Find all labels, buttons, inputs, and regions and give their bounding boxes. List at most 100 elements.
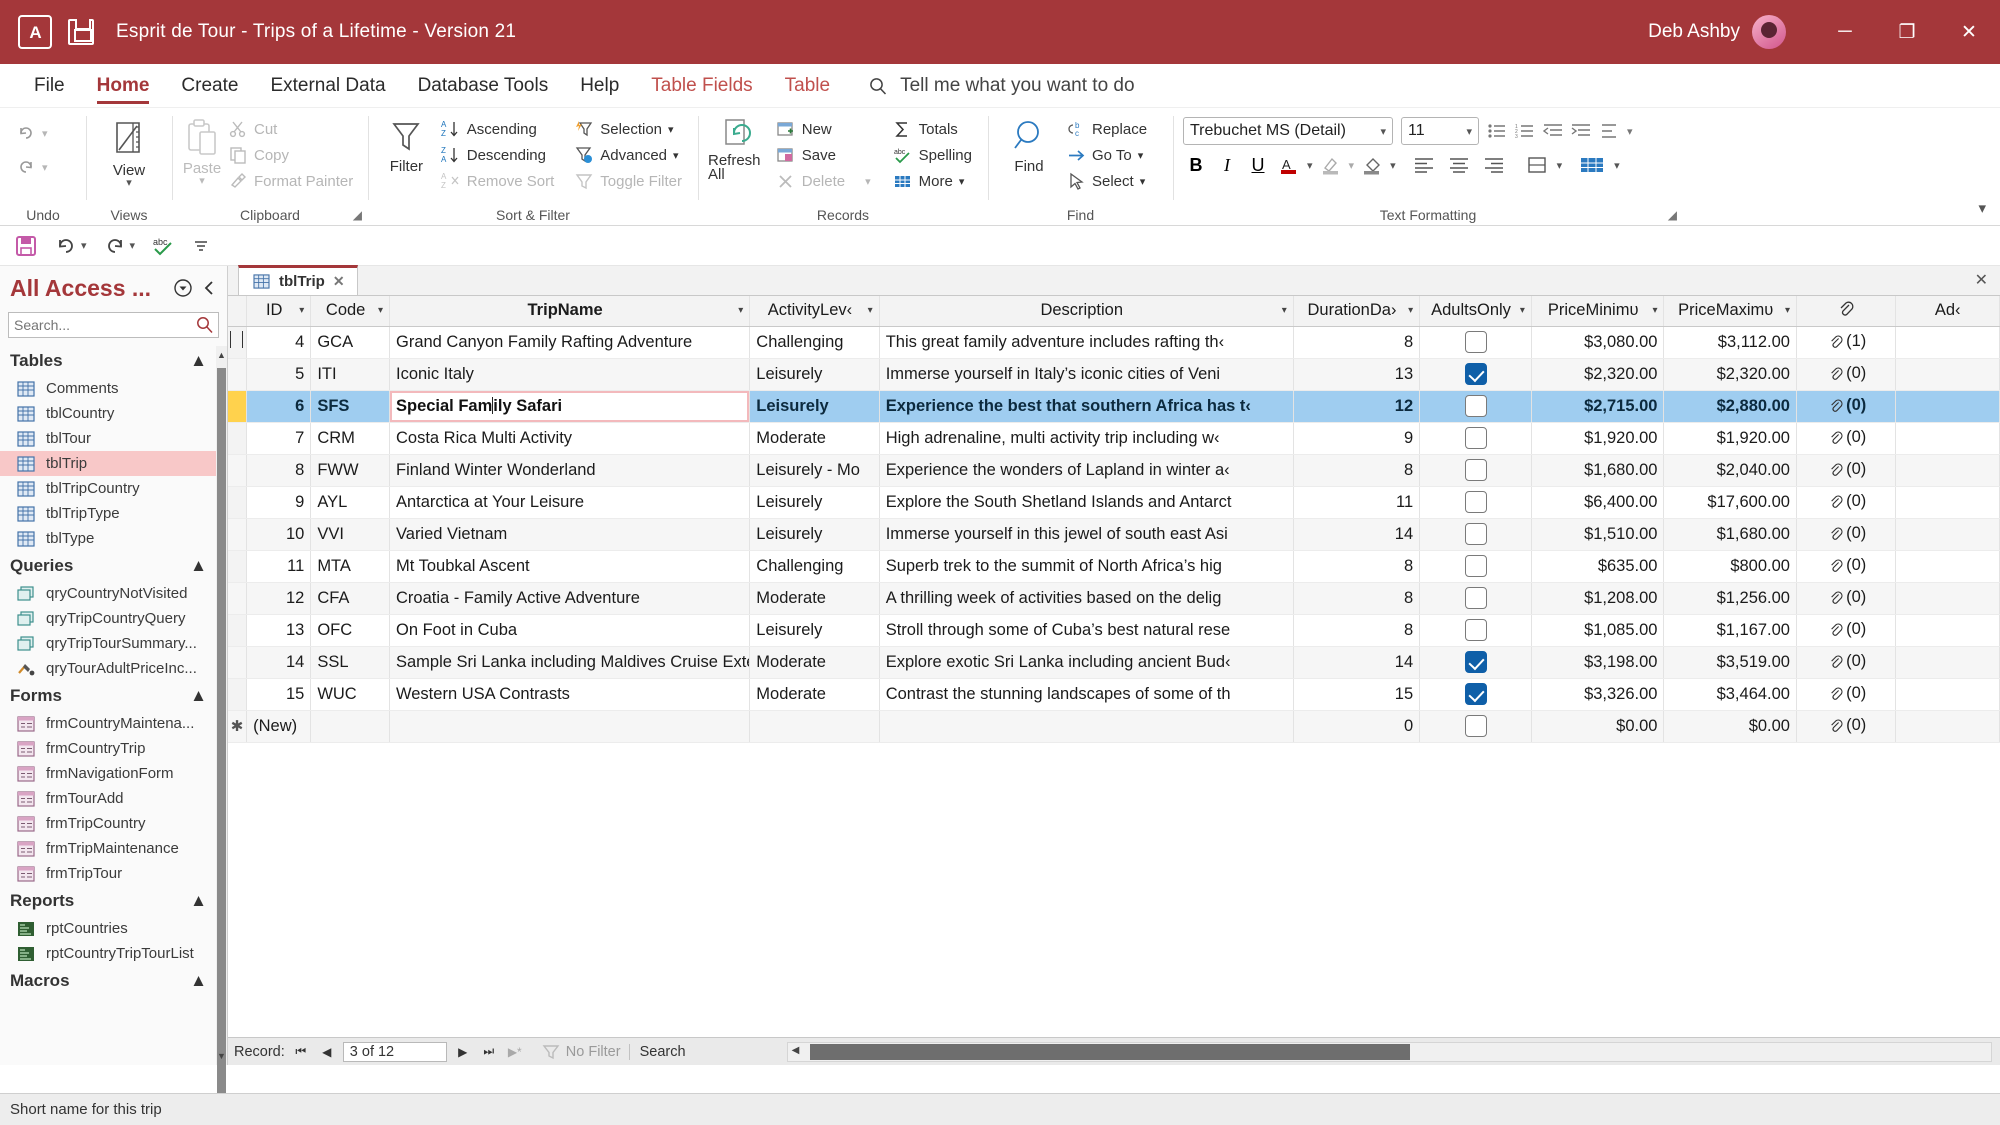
minimize-button[interactable]: ─ bbox=[1814, 0, 1876, 64]
cell-adultsonly[interactable] bbox=[1420, 422, 1532, 454]
tab-help[interactable]: Help bbox=[564, 64, 635, 108]
underline-button[interactable]: U bbox=[1245, 155, 1271, 176]
go-to-button[interactable]: Go To ▾ bbox=[1060, 142, 1153, 168]
tab-file[interactable]: File bbox=[18, 64, 81, 108]
cell-adultsonly[interactable] bbox=[1420, 518, 1532, 550]
cell-durationdays[interactable]: 14 bbox=[1293, 518, 1419, 550]
cell-activitylevel[interactable]: Leisurely - Mo bbox=[750, 454, 879, 486]
nav-item-frmtripcountry[interactable]: frmTripCountry bbox=[0, 811, 217, 836]
cell-attachment[interactable]: (0) bbox=[1796, 390, 1895, 422]
column-header-code[interactable]: Code▾ bbox=[311, 296, 390, 326]
save-icon[interactable] bbox=[68, 19, 94, 45]
text-formatting-dialog-launcher[interactable]: ◢ bbox=[1668, 208, 1677, 222]
cell-description[interactable]: Immerse yourself in Italy’s iconic citie… bbox=[879, 358, 1293, 390]
nav-group-queries[interactable]: Queries ▲ bbox=[0, 551, 217, 581]
record-selector[interactable] bbox=[228, 614, 247, 646]
nav-group-tables[interactable]: Tables ▲ bbox=[0, 346, 217, 376]
chevron-up-icon[interactable]: ▲ bbox=[190, 556, 207, 576]
bulleted-list-icon[interactable] bbox=[1487, 121, 1507, 141]
cell-priceminimum[interactable]: $1,510.00 bbox=[1531, 518, 1664, 550]
cell-adultsonly[interactable] bbox=[1420, 710, 1532, 742]
cell-priceminimum[interactable]: $2,715.00 bbox=[1531, 390, 1664, 422]
chevron-down-icon[interactable]: ▾ bbox=[1466, 125, 1472, 138]
column-header-activitylevel[interactable]: ActivityLev‹▾ bbox=[750, 296, 879, 326]
borders-icon[interactable] bbox=[1522, 155, 1552, 175]
tab-create[interactable]: Create bbox=[165, 64, 254, 108]
checkbox-checked-icon[interactable] bbox=[1465, 651, 1487, 673]
collapse-ribbon-button[interactable]: ▾ bbox=[1978, 199, 1986, 217]
nav-item-qrytriptoursummary[interactable]: qryTripTourSummary... bbox=[0, 631, 217, 656]
redo-button[interactable]: ▾ bbox=[10, 154, 54, 180]
chevron-down-icon[interactable]: ▾ bbox=[374, 305, 383, 316]
close-button[interactable]: ✕ bbox=[1938, 0, 2000, 64]
qat-undo-icon[interactable]: ▾ bbox=[54, 234, 87, 258]
cell-adultsonly[interactable] bbox=[1420, 678, 1532, 710]
cell-priceminimum[interactable]: $2,320.00 bbox=[1531, 358, 1664, 390]
close-window-icon[interactable]: ✕ bbox=[1975, 270, 1988, 290]
record-selector[interactable] bbox=[228, 518, 247, 550]
cell-activitylevel[interactable]: Challenging bbox=[750, 550, 879, 582]
cell-durationdays[interactable]: 12 bbox=[1293, 390, 1419, 422]
nav-item-rptcountrytriptourlist[interactable]: rptCountryTripTourList bbox=[0, 941, 217, 966]
nav-item-rptcountries[interactable]: rptCountries bbox=[0, 916, 217, 941]
column-header-id[interactable]: ID▾ bbox=[247, 296, 311, 326]
column-header-description[interactable]: Description▾ bbox=[879, 296, 1293, 326]
cell-adultsonly[interactable] bbox=[1420, 582, 1532, 614]
cell-tripname[interactable]: Finland Winter Wonderland bbox=[389, 454, 749, 486]
cell-activitylevel[interactable]: Moderate bbox=[750, 422, 879, 454]
cell-id-new[interactable]: (New) bbox=[247, 710, 311, 742]
cell-id[interactable]: 5 bbox=[247, 358, 311, 390]
italic-button[interactable]: I bbox=[1214, 155, 1240, 176]
table-row[interactable]: 4 GCA Grand Canyon Family Rafting Advent… bbox=[228, 326, 2000, 358]
cell-description[interactable]: High adrenaline, multi activity trip inc… bbox=[879, 422, 1293, 454]
qat-customize-icon[interactable] bbox=[191, 236, 211, 256]
cell-adultsonly[interactable] bbox=[1420, 486, 1532, 518]
chevron-left-icon[interactable] bbox=[199, 278, 219, 298]
chevron-down-icon[interactable]: ▾ bbox=[1390, 159, 1396, 172]
cell-activitylevel[interactable]: Leisurely bbox=[750, 614, 879, 646]
cell-add-new[interactable] bbox=[1896, 678, 2000, 710]
cell-tripname[interactable]: Croatia - Family Active Adventure bbox=[389, 582, 749, 614]
cell-id[interactable]: 14 bbox=[247, 646, 311, 678]
new-record-button[interactable]: ▶* bbox=[505, 1045, 525, 1059]
cell-add-new[interactable] bbox=[1896, 582, 2000, 614]
cell-tripname[interactable]: Western USA Contrasts bbox=[389, 678, 749, 710]
cell-description[interactable]: Experience the best that southern Africa… bbox=[879, 390, 1293, 422]
chevron-down-icon[interactable]: ▾ bbox=[295, 305, 304, 316]
cell-adultsonly[interactable] bbox=[1420, 326, 1532, 358]
cell-adultsonly[interactable] bbox=[1420, 390, 1532, 422]
scroll-up-icon[interactable]: ▲ bbox=[216, 346, 227, 364]
new-record-selector[interactable]: ✱ bbox=[228, 710, 247, 742]
table-row[interactable]: 14 SSL Sample Sri Lanka including Maldiv… bbox=[228, 646, 2000, 678]
chevron-down-icon[interactable]: ▾ bbox=[734, 305, 743, 316]
cell-code[interactable]: GCA bbox=[311, 326, 390, 358]
maximize-button[interactable]: ❐ bbox=[1876, 0, 1938, 64]
scroll-left-icon[interactable]: ◀ bbox=[792, 1045, 800, 1056]
cell-code[interactable]: MTA bbox=[311, 550, 390, 582]
highlight-icon[interactable] bbox=[1318, 155, 1344, 175]
checkbox-checked-icon[interactable] bbox=[1465, 363, 1487, 385]
nav-item-frmcountrytrip[interactable]: frmCountryTrip bbox=[0, 736, 217, 761]
nav-item-tbltype[interactable]: tblType bbox=[0, 526, 217, 551]
chevron-down-icon[interactable]: ▾ bbox=[1648, 305, 1657, 316]
nav-item-frmtouradd[interactable]: frmTourAdd bbox=[0, 786, 217, 811]
cell-description[interactable]: Superb trek to the summit of North Afric… bbox=[879, 550, 1293, 582]
scrollbar-thumb[interactable] bbox=[810, 1044, 1410, 1060]
remove-sort-button[interactable]: AZ Remove Sort bbox=[435, 168, 561, 194]
cell-durationdays[interactable]: 14 bbox=[1293, 646, 1419, 678]
cell-priceminimum[interactable]: $1,208.00 bbox=[1531, 582, 1664, 614]
record-selector[interactable] bbox=[228, 678, 247, 710]
chevron-down-icon[interactable]: ▾ bbox=[1349, 159, 1355, 172]
bold-button[interactable]: B bbox=[1183, 155, 1209, 176]
align-left-icon[interactable] bbox=[1409, 155, 1439, 175]
cell-attachment[interactable]: (0) bbox=[1796, 550, 1895, 582]
nav-item-tbltrip[interactable]: tblTrip bbox=[0, 451, 217, 476]
cell-adultsonly[interactable] bbox=[1420, 454, 1532, 486]
record-selector[interactable] bbox=[228, 486, 247, 518]
cell-tripname[interactable]: On Foot in Cuba bbox=[389, 614, 749, 646]
cell-priceminimum[interactable]: $3,326.00 bbox=[1531, 678, 1664, 710]
chevron-down-icon[interactable]: ▾ bbox=[1516, 305, 1525, 316]
cell-id[interactable]: 8 bbox=[247, 454, 311, 486]
last-record-button[interactable]: ⏭ bbox=[479, 1044, 499, 1059]
record-selector-active[interactable] bbox=[228, 390, 247, 422]
